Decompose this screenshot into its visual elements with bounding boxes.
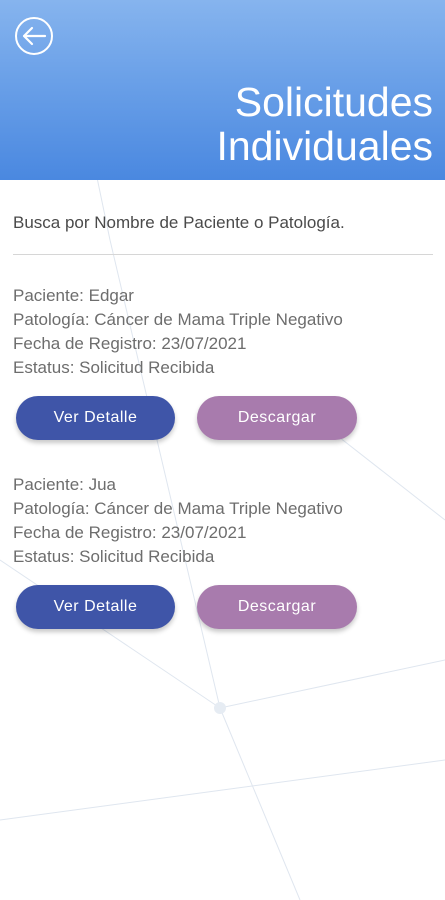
registration-date: Fecha de Registro: 23/07/2021 [13,334,247,353]
view-detail-button[interactable]: Ver Detalle [16,396,175,440]
page-title-line-1: Solicitudes [234,79,433,125]
pathology: Patología: Cáncer de Mama Triple Negativ… [13,310,343,329]
registration-date: Fecha de Registro: 23/07/2021 [13,523,247,542]
back-button[interactable] [15,17,53,55]
download-button[interactable]: Descargar [197,396,357,440]
download-button[interactable]: Descargar [197,585,357,629]
view-detail-button[interactable]: Ver Detalle [16,585,175,629]
page-title: Solicitudes Individuales [216,80,433,168]
arrow-left-icon [22,26,47,46]
page-title-line-2: Individuales [216,123,433,169]
request-card: Paciente: Jua Patología: Cáncer de Mama … [13,473,433,629]
search-input[interactable]: Busca por Nombre de Paciente o Patología… [13,213,433,233]
request-card: Paciente: Edgar Patología: Cáncer de Mam… [13,284,433,440]
request-status: Estatus: Solicitud Recibida [13,547,215,566]
search-divider [13,254,433,255]
header-banner: Solicitudes Individuales [0,0,445,180]
patient-name: Paciente: Jua [13,475,117,494]
request-status: Estatus: Solicitud Recibida [13,358,215,377]
pathology: Patología: Cáncer de Mama Triple Negativ… [13,499,343,518]
patient-name: Paciente: Edgar [13,286,134,305]
